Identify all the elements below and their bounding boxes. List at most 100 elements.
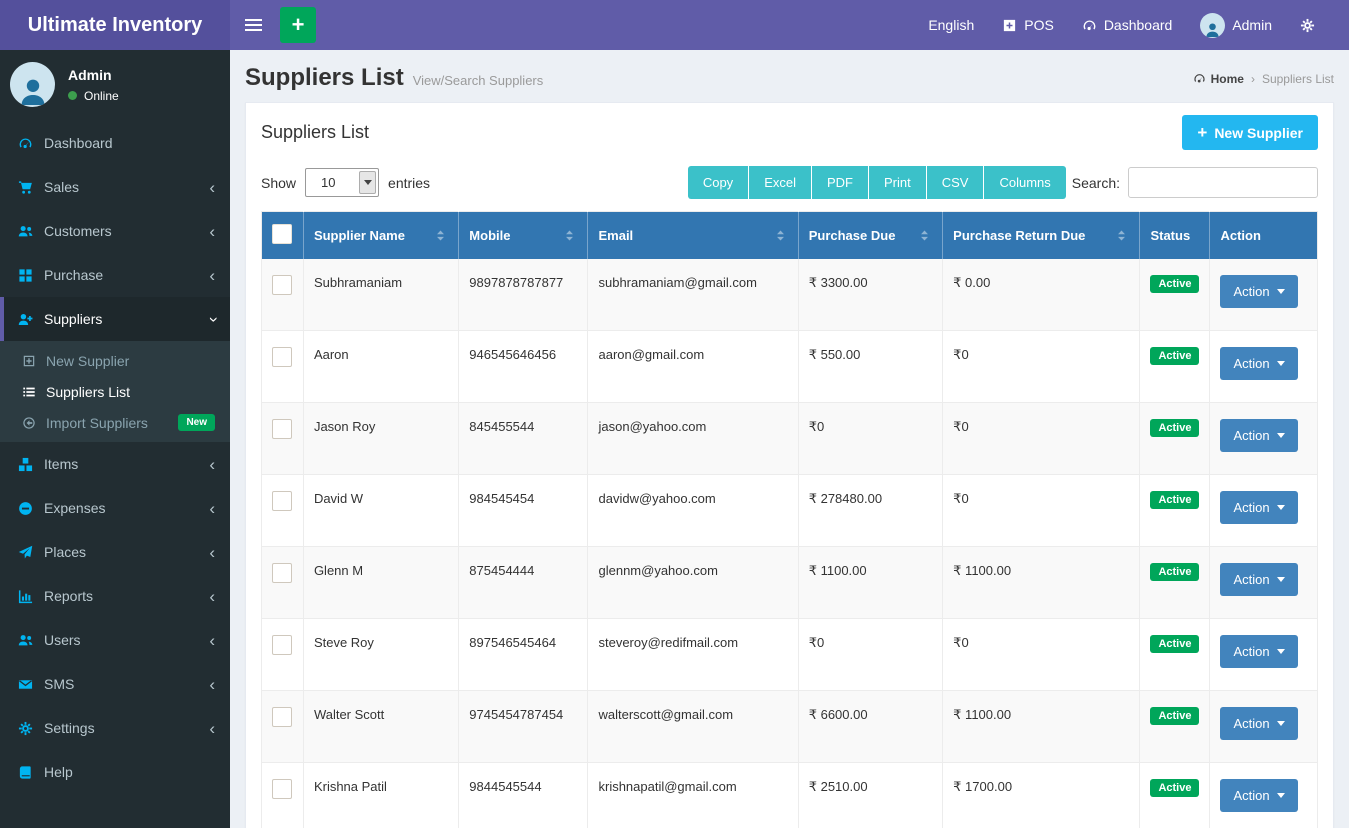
header-supplier-name[interactable]: Supplier Name [303,211,460,259]
caret-down-icon [1276,505,1285,514]
cell-supplier-name: Steve Roy [303,618,460,691]
settings-menu[interactable] [1286,0,1329,50]
gauge-icon [1193,72,1206,85]
new-supplier-button[interactable]: + New Supplier [1182,115,1318,150]
sidebar-item-customers[interactable]: Customers ‹ [0,209,230,253]
sidebar-item-suppliers[interactable]: Suppliers ‹ [0,297,230,341]
cell-status: Active [1139,330,1211,403]
cell-action: Action [1209,690,1318,763]
suppliers-table: Supplier Name Mobile Email Purchase Due … [261,211,1318,828]
cell-action: Action [1209,402,1318,475]
cell-email: jason@yahoo.com [587,402,799,475]
avatar [10,62,55,107]
header-email[interactable]: Email [587,211,799,259]
minus-circle-icon [16,501,34,516]
table-row: Steve Roy 897546545464 steveroy@redifmail.… [261,618,1318,691]
row-checkbox[interactable] [272,563,292,583]
row-action-button[interactable]: Action [1220,419,1298,452]
excel-button[interactable]: Excel [748,166,811,199]
submenu-label: New Supplier [46,352,130,369]
print-button[interactable]: Print [867,166,926,199]
cell-purchase-return-due: ₹0 [942,330,1141,403]
sort-icon [562,228,577,243]
row-action-button[interactable]: Action [1220,635,1298,668]
user-menu[interactable]: Admin [1186,0,1286,50]
cell-supplier-name: Glenn M [303,546,460,619]
sidebar-item-reports[interactable]: Reports ‹ [0,574,230,618]
new-badge: New [178,414,215,431]
suppliers-submenu: New Supplier Suppliers List Import Suppl… [0,341,230,442]
language-menu[interactable]: English [914,0,988,50]
cell-email: steveroy@redifmail.com [587,618,799,691]
chevron-left-icon: ‹ [209,221,215,241]
menu-label: Users [44,632,81,648]
row-checkbox[interactable] [272,491,292,511]
pdf-button[interactable]: PDF [810,166,868,199]
cell-purchase-due: ₹ 1100.00 [798,546,944,619]
header-purchase-due[interactable]: Purchase Due [798,211,944,259]
row-action-button[interactable]: Action [1220,347,1298,380]
columns-button[interactable]: Columns [983,166,1066,199]
sidebar-item-places[interactable]: Places ‹ [0,530,230,574]
sidebar-item-users[interactable]: Users ‹ [0,618,230,662]
cell-action: Action [1209,259,1318,331]
sidebar: Admin Online Dashboard Sales ‹ Customers ‹… [0,50,230,828]
sidebar-item-dashboard[interactable]: Dashboard [0,121,230,165]
row-action-button[interactable]: Action [1220,275,1298,308]
cell-mobile: 9745454787454 [458,690,589,763]
row-select-cell [261,618,304,691]
sidebar-item-new-supplier[interactable]: New Supplier [0,345,230,376]
row-checkbox[interactable] [272,347,292,367]
row-checkbox[interactable] [272,779,292,799]
table-row: Aaron 946545646456 aaron@gmail.com ₹ 550.00… [261,330,1318,403]
breadcrumb-home-link[interactable]: Home [1193,72,1244,86]
cell-email: aaron@gmail.com [587,330,799,403]
cell-email: davidw@yahoo.com [587,474,799,547]
copy-button[interactable]: Copy [687,166,749,199]
caret-down-icon [1276,793,1285,802]
gears-icon [1300,18,1315,33]
page-size-select[interactable]: 10 [305,168,380,197]
sidebar-item-help[interactable]: Help [0,750,230,794]
sidebar-item-sales[interactable]: Sales ‹ [0,165,230,209]
cell-status: Active [1139,762,1211,828]
sidebar-item-items[interactable]: Items ‹ [0,442,230,486]
row-action-button[interactable]: Action [1220,779,1298,812]
search-input[interactable] [1128,167,1318,198]
csv-button[interactable]: CSV [925,166,984,199]
sidebar-toggle-button[interactable] [230,0,276,50]
menu-label: Settings [44,720,95,736]
list-icon [22,385,36,399]
row-action-button[interactable]: Action [1220,707,1298,740]
table-toolbar: Show 10 entries Copy Excel PDF Print CSV… [246,156,1333,211]
header-mobile[interactable]: Mobile [458,211,589,259]
top-navbar: Ultimate Inventory + English POS Dashboa… [0,0,1349,50]
row-action-button[interactable]: Action [1220,563,1298,596]
cell-email: walterscott@gmail.com [587,690,799,763]
export-button-group: Copy Excel PDF Print CSV Columns [687,166,1066,199]
cell-status: Active [1139,690,1211,763]
sidebar-item-expenses[interactable]: Expenses ‹ [0,486,230,530]
header-purchase-return-due[interactable]: Purchase Return Due [942,211,1141,259]
sidebar-item-purchase[interactable]: Purchase ‹ [0,253,230,297]
pos-link[interactable]: POS [988,0,1068,50]
sidebar-item-sms[interactable]: SMS ‹ [0,662,230,706]
table-row: Subhramaniam 9897878787877 subhramaniam@gm… [261,259,1318,331]
sidebar-item-suppliers-list[interactable]: Suppliers List [0,376,230,407]
cell-mobile: 9897878787877 [458,259,589,331]
sidebar-item-settings[interactable]: Settings ‹ [0,706,230,750]
sidebar-item-import-suppliers[interactable]: Import Suppliers New [0,407,230,438]
quick-add-button[interactable]: + [280,7,316,43]
search-control: Search: [1072,167,1318,198]
select-all-checkbox[interactable] [272,224,292,244]
row-checkbox[interactable] [272,275,292,295]
row-checkbox[interactable] [272,635,292,655]
table-header-row: Supplier Name Mobile Email Purchase Due … [261,211,1318,259]
card-title: Suppliers List [261,122,370,142]
row-checkbox[interactable] [272,707,292,727]
row-action-button[interactable]: Action [1220,491,1298,524]
show-label: Show [261,174,297,191]
row-checkbox[interactable] [272,419,292,439]
cell-supplier-name: Krishna Patil [303,762,460,828]
dashboard-link[interactable]: Dashboard [1068,0,1187,50]
